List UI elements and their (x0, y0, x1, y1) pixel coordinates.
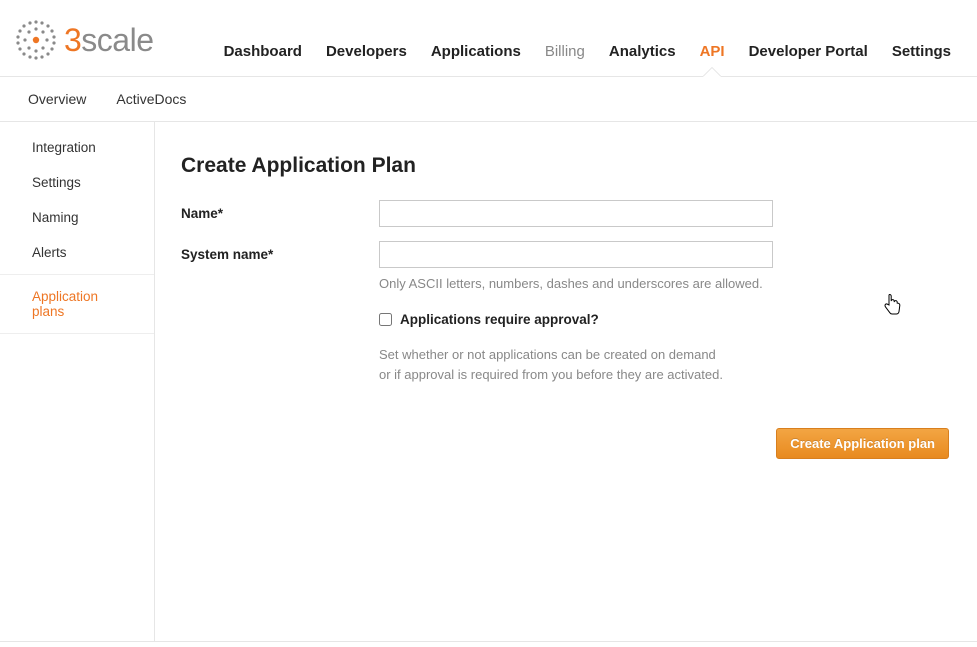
sidebar-separator (0, 274, 154, 275)
topnav-api[interactable]: API (688, 43, 737, 76)
sidebar-item-integration[interactable]: Integration (0, 130, 154, 165)
topnav-analytics[interactable]: Analytics (597, 43, 688, 76)
topnav-settings[interactable]: Settings (880, 43, 963, 76)
logo-text-num: 3 (64, 22, 81, 58)
form-row-name: Name* (181, 200, 951, 227)
approval-checkbox-label: Applications require approval? (400, 312, 599, 327)
page-title: Create Application Plan (181, 154, 951, 178)
approval-explain-line-2: or if approval is required from you befo… (379, 367, 723, 382)
sidebar-item-settings[interactable]: Settings (0, 165, 154, 200)
sidebar-item-naming[interactable]: Naming (0, 200, 154, 235)
name-input[interactable] (379, 200, 773, 227)
form-row-system-name: System name* Only ASCII letters, numbers… (181, 241, 951, 386)
header-bar: 3scale Dashboard Developers Applications… (0, 0, 977, 77)
logo[interactable]: 3scale (14, 18, 154, 76)
system-name-help-text: Only ASCII letters, numbers, dashes and … (379, 274, 773, 294)
create-application-plan-button[interactable]: Create Application plan (776, 428, 949, 459)
logo-mark-icon (14, 18, 58, 62)
main-panel: Create Application Plan Name* System nam… (155, 122, 977, 641)
approval-explain-line-1: Set whether or not applications can be c… (379, 347, 716, 362)
approval-checkbox[interactable] (379, 313, 392, 326)
sidebar-item-application-plans[interactable]: Application plans (0, 279, 154, 329)
topnav-developers[interactable]: Developers (314, 43, 419, 76)
topnav-developer-portal[interactable]: Developer Portal (737, 43, 880, 76)
logo-text: 3scale (64, 22, 154, 59)
subnav-activedocs[interactable]: ActiveDocs (116, 91, 186, 107)
system-name-label: System name* (181, 241, 379, 262)
approval-checkbox-row: Applications require approval? (379, 312, 773, 327)
sidebar-separator (0, 333, 154, 334)
approval-explain-text: Set whether or not applications can be c… (379, 345, 773, 387)
topnav-billing[interactable]: Billing (533, 43, 597, 76)
topnav-applications[interactable]: Applications (419, 43, 533, 76)
subnav-overview[interactable]: Overview (28, 91, 86, 107)
top-nav: Dashboard Developers Applications Billin… (212, 43, 963, 76)
content-wrap: Integration Settings Naming Alerts Appli… (0, 122, 977, 642)
name-label: Name* (181, 200, 379, 221)
system-name-input[interactable] (379, 241, 773, 268)
submit-row: Create Application plan (181, 428, 951, 459)
sidebar: Integration Settings Naming Alerts Appli… (0, 122, 155, 641)
sub-nav: Overview ActiveDocs (0, 77, 977, 122)
topnav-dashboard[interactable]: Dashboard (212, 43, 314, 76)
logo-text-word: scale (81, 22, 153, 58)
sidebar-item-alerts[interactable]: Alerts (0, 235, 154, 270)
